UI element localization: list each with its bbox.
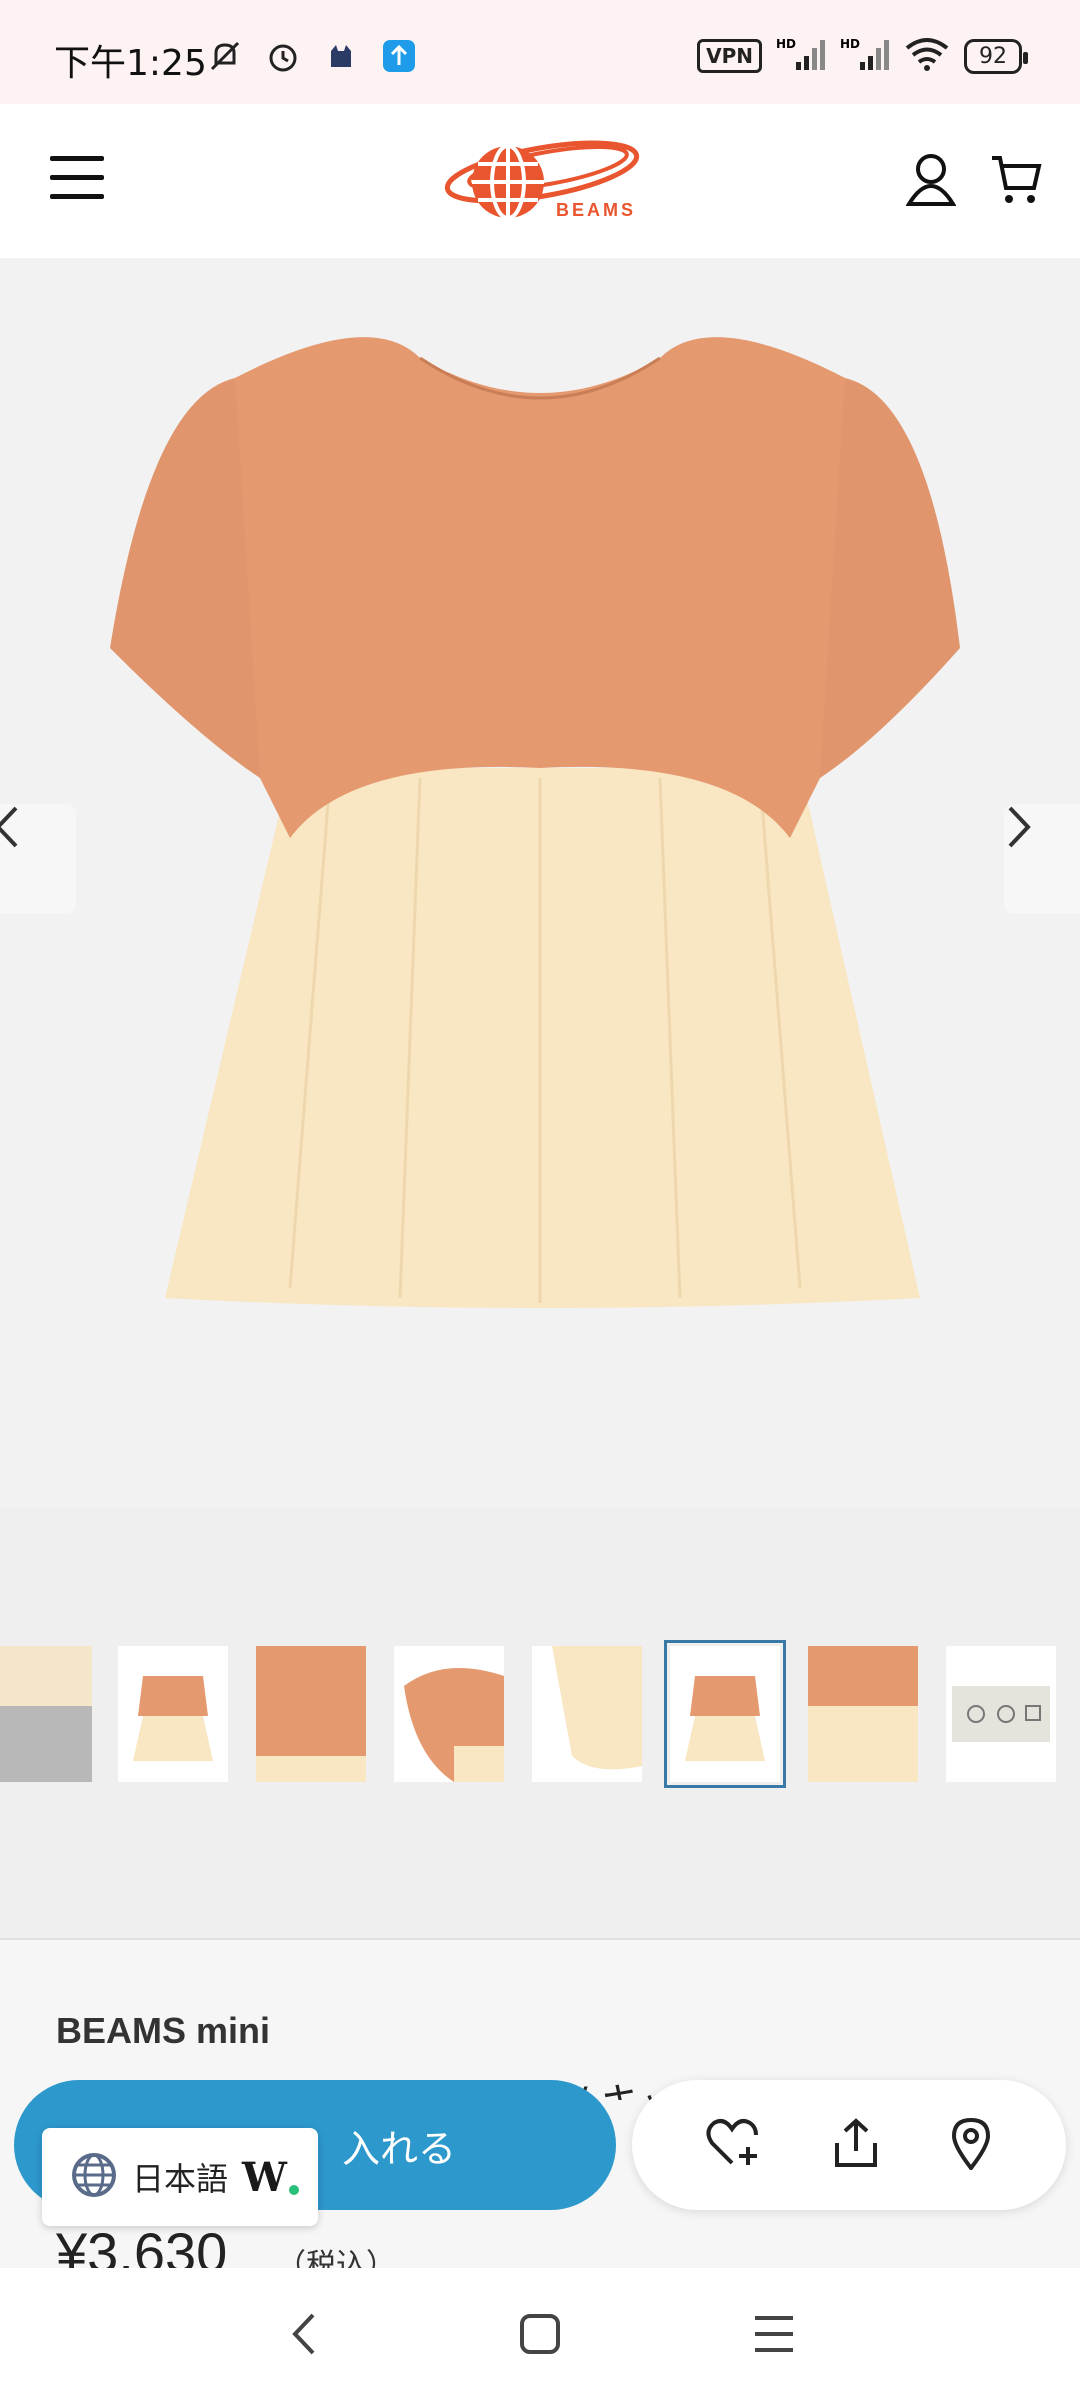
vpn-badge: VPN xyxy=(697,39,762,73)
battery-indicator: 92 xyxy=(964,38,1028,74)
product-brand[interactable]: BEAMS mini xyxy=(56,2010,270,2052)
action-bar xyxy=(632,2080,1066,2210)
mute-icon xyxy=(205,36,245,76)
language-label: 日本語 xyxy=(132,2160,229,2198)
signal-icon-2: HD xyxy=(840,36,890,76)
add-to-cart-label: 入れる xyxy=(341,2126,456,2171)
logo-text: BEAMS xyxy=(556,200,636,220)
beams-logo[interactable]: BEAMS xyxy=(438,134,642,224)
prev-image-button[interactable] xyxy=(0,804,76,914)
share-icon[interactable] xyxy=(831,2117,881,2173)
location-pin-icon[interactable] xyxy=(950,2116,992,2174)
thumbnail-2[interactable] xyxy=(256,1646,366,1782)
svg-text:HD: HD xyxy=(776,37,796,51)
upload-app-icon xyxy=(379,36,419,76)
site-header: BEAMS xyxy=(0,104,1080,258)
status-time: 下午1:25 xyxy=(54,43,207,84)
svg-text:HD: HD xyxy=(840,37,860,51)
thumbnail-7[interactable] xyxy=(946,1646,1056,1782)
next-image-button[interactable] xyxy=(1004,804,1080,914)
product-image[interactable] xyxy=(0,258,1080,1508)
globe-icon xyxy=(70,2151,118,2203)
thumbnail-1[interactable] xyxy=(118,1646,228,1782)
thumbnail-0[interactable] xyxy=(0,1646,92,1782)
thumbnail-4[interactable] xyxy=(532,1646,642,1782)
menu-icon[interactable] xyxy=(50,156,104,200)
back-icon[interactable] xyxy=(276,2306,332,2362)
recents-icon[interactable] xyxy=(746,2306,802,2362)
wifi-icon xyxy=(904,36,950,76)
home-icon[interactable] xyxy=(512,2306,568,2362)
status-bar: 下午1:25 VPN HD HD 92 xyxy=(0,0,1080,104)
thumbnail-6[interactable] xyxy=(808,1646,918,1782)
thumbnail-5-selected[interactable] xyxy=(664,1640,786,1788)
cat-app-icon xyxy=(321,36,361,76)
system-nav-bar xyxy=(0,2268,1080,2400)
cart-icon[interactable] xyxy=(990,152,1042,210)
thumbnail-3[interactable] xyxy=(394,1646,504,1782)
signal-icon: HD xyxy=(776,36,826,76)
alarm-icon xyxy=(263,36,303,76)
heart-plus-icon[interactable] xyxy=(706,2117,762,2173)
wovn-logo: W xyxy=(242,2154,299,2201)
language-switcher[interactable]: 日本語 W xyxy=(42,2128,318,2226)
thumbnail-strip xyxy=(0,1508,1080,1938)
account-icon[interactable] xyxy=(905,152,957,210)
